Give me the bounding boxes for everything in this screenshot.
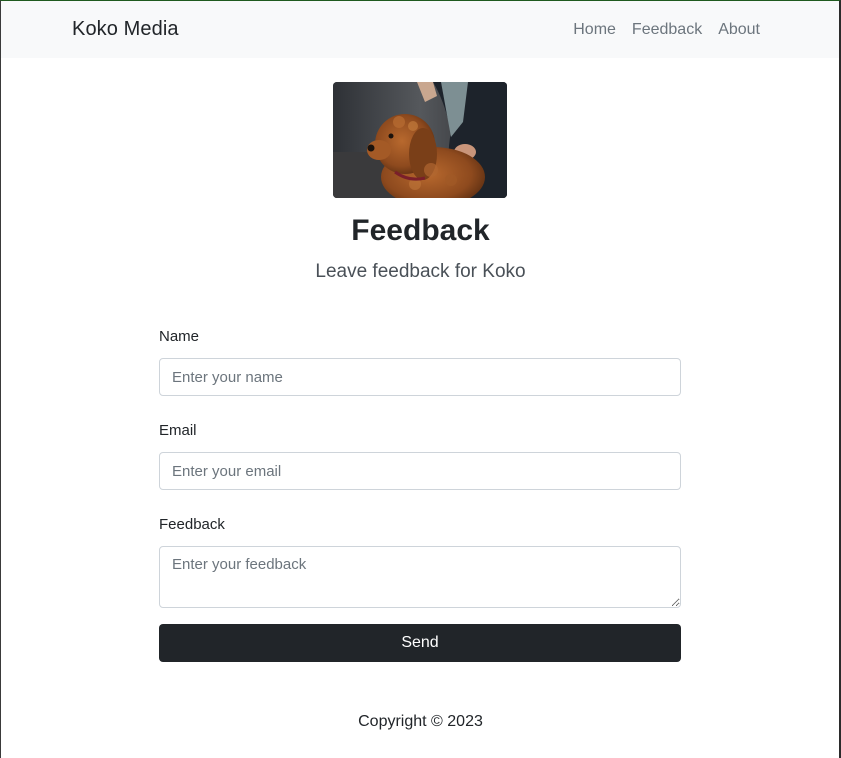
dog-photo	[333, 82, 507, 198]
email-label: Email	[159, 422, 197, 439]
name-input[interactable]	[159, 358, 681, 396]
dog-photo-illustration	[333, 82, 507, 198]
page-subtitle: Leave feedback for Koko	[315, 261, 526, 282]
nav-link-feedback[interactable]: Feedback	[632, 21, 702, 39]
footer-copyright: Copyright © 2023	[358, 713, 483, 730]
nav-link-home[interactable]: Home	[573, 21, 616, 39]
email-input[interactable]	[159, 452, 681, 490]
brand-link[interactable]: Koko Media	[72, 18, 179, 41]
navbar: Koko Media Home Feedback About	[0, 0, 841, 58]
nav-link-about[interactable]: About	[718, 21, 760, 39]
name-label: Name	[159, 328, 200, 345]
feedback-label: Feedback	[159, 516, 225, 533]
feedback-textarea[interactable]	[159, 546, 681, 608]
nav-links: Home Feedback About	[573, 21, 760, 39]
page-title: Feedback	[351, 214, 490, 247]
feedback-form: Name Email Feedback Send	[159, 328, 681, 662]
send-button[interactable]: Send	[159, 624, 681, 662]
